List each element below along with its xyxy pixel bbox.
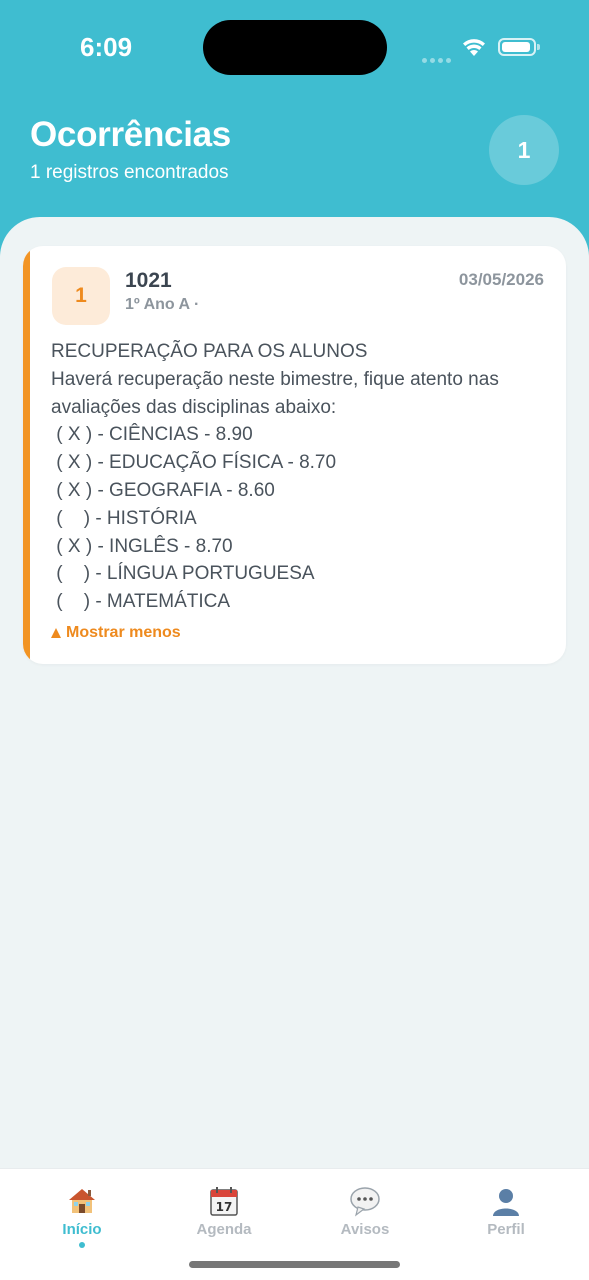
dynamic-island — [203, 20, 387, 75]
status-icons — [422, 36, 542, 63]
card-line: avaliações das disciplinas abaixo: — [51, 396, 337, 418]
tab-label: Perfil — [487, 1221, 525, 1238]
card-line: ( ) - HISTÓRIA — [51, 507, 197, 529]
calendar-icon: 17 — [210, 1187, 238, 1216]
card-line: ( X ) - INGLÊS - 8.70 — [51, 535, 233, 557]
card-accent-bar — [23, 246, 30, 664]
card-number-badge: 1 — [52, 267, 110, 325]
tab-label: Início — [62, 1221, 102, 1238]
card-line: Haverá recuperação neste bimestre, fique… — [51, 368, 499, 390]
active-tab-indicator — [79, 1242, 85, 1248]
speech-bubble-icon — [350, 1187, 380, 1217]
card-line: ( X ) - CIÊNCIAS - 8.90 — [51, 424, 253, 446]
house-icon — [69, 1189, 95, 1213]
show-less-label: Mostrar menos — [66, 624, 181, 641]
card-line: ( ) - MATEMÁTICA — [51, 591, 231, 613]
svg-text:17: 17 — [216, 1200, 233, 1214]
tab-perfil[interactable]: Perfil — [456, 1185, 556, 1255]
show-less-button[interactable]: Mostrar menos — [51, 624, 181, 642]
occurrence-card[interactable]: 1 1021 1º Ano A · 03/05/2026 RECUPERAÇÃO… — [23, 246, 566, 664]
card-line: ( X ) - EDUCAÇÃO FÍSICA - 8.70 — [51, 452, 337, 474]
tab-avisos[interactable]: Avisos — [315, 1185, 415, 1255]
card-code: 1021 — [125, 269, 172, 292]
tab-inicio[interactable]: Início — [32, 1185, 132, 1255]
card-line: ( X ) - GEOGRAFIA - 8.60 — [51, 479, 275, 501]
triangle-up-icon — [51, 628, 61, 638]
card-line: RECUPERAÇÃO PARA OS ALUNOS — [51, 341, 368, 362]
tab-label: Avisos — [340, 1221, 390, 1238]
card-class: 1º Ano A · — [125, 296, 200, 313]
tab-agenda[interactable]: 17 Agenda — [174, 1185, 274, 1255]
battery-icon — [498, 38, 540, 56]
count-badge: 1 — [489, 115, 559, 185]
card-description: RECUPERAÇÃO PARA OS ALUNOS Haverá recupe… — [51, 338, 551, 616]
status-time: 6:09 — [80, 32, 133, 62]
home-indicator — [189, 1261, 400, 1268]
page-title: Ocorrências — [30, 115, 231, 154]
person-icon — [493, 1189, 519, 1216]
card-date: 03/05/2026 — [458, 270, 544, 289]
tab-label: Agenda — [196, 1221, 252, 1238]
wifi-icon — [463, 39, 485, 56]
card-line: ( ) - LÍNGUA PORTUGUESA — [51, 563, 315, 585]
cellular-signal-icon — [422, 50, 454, 63]
results-count-text: 1 registros encontrados — [30, 162, 229, 183]
